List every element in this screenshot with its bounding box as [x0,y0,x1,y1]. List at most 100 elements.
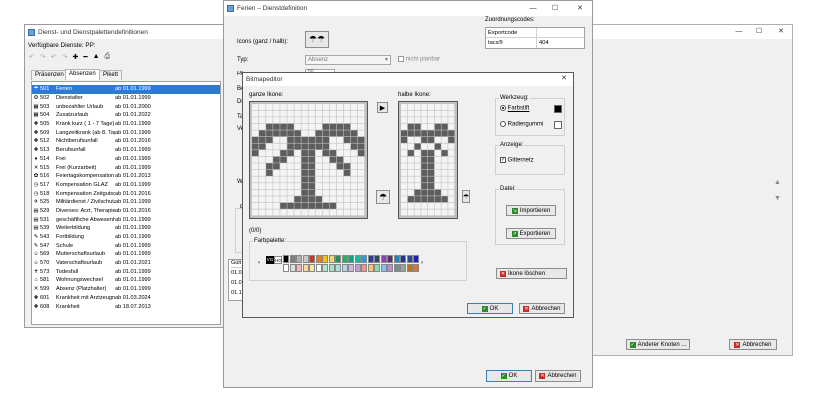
nicht-planbar-check[interactable]: nicht planbar [398,56,440,63]
palette-swatch[interactable] [400,255,406,263]
pixel-cell[interactable] [448,176,455,183]
pixel-cell[interactable] [407,110,414,117]
pixel-cell[interactable] [428,104,435,110]
pixel-cell[interactable] [407,163,414,170]
pixel-cell[interactable] [343,143,351,150]
tab-absenzen[interactable]: Absenzen [65,69,100,80]
pixel-cell[interactable] [421,189,428,196]
pixel-cell[interactable] [273,110,280,117]
palette-swatch[interactable] [289,264,296,272]
tool-eraser-option[interactable]: Radiergummi [500,121,543,128]
pixel-cell[interactable] [407,169,414,176]
pixel-cell[interactable] [329,202,337,209]
pixel-cell[interactable] [448,202,455,209]
pixel-cell[interactable] [434,196,441,203]
pixel-cell[interactable] [428,117,435,124]
full-icon-canvas[interactable] [249,101,368,219]
pixel-cell[interactable] [322,110,330,117]
palette-swatch[interactable] [413,264,419,272]
right-cancel-button[interactable]: ✕ Abbrechen [729,339,777,350]
pixel-cell[interactable] [441,104,448,110]
pixel-cell[interactable] [407,202,414,209]
pixel-cell[interactable] [259,169,266,176]
pixel-cell[interactable] [357,104,365,110]
pixel-cell[interactable] [350,169,358,176]
pixel-cell[interactable] [357,202,365,209]
pixel-cell[interactable] [357,136,365,143]
pixel-cell[interactable] [434,176,441,183]
pixel-cell[interactable] [421,110,428,117]
pixel-cell[interactable] [273,189,280,196]
pixel-cell[interactable] [414,150,421,157]
pixel-cell[interactable] [259,123,266,130]
pixel-cell[interactable] [266,104,273,110]
import-button[interactable]: ↘ Importieren [506,205,556,216]
pixel-cell[interactable] [343,189,351,196]
zuordnung-row-1[interactable]: tacs® 404 [486,38,586,48]
pixel-cell[interactable] [357,183,365,190]
pixel-cell[interactable] [414,169,421,176]
pixel-cell[interactable] [421,123,428,130]
pixel-cell[interactable] [287,143,294,150]
pixel-cell[interactable] [294,136,301,143]
pixel-cell[interactable] [322,130,330,137]
pixel-cell[interactable] [414,176,421,183]
pixel-cell[interactable] [294,123,301,130]
pixel-cell[interactable] [343,196,351,203]
pixel-cell[interactable] [434,209,441,216]
pixel-cell[interactable] [315,110,323,117]
pixel-cell[interactable] [357,176,365,183]
pixel-cell[interactable] [421,169,428,176]
palette-swatch[interactable] [348,264,354,272]
pixel-cell[interactable] [301,156,308,163]
pixel-cell[interactable] [322,104,330,110]
pixel-cell[interactable] [252,189,259,196]
pixel-cell[interactable] [343,176,351,183]
service-row[interactable]: ✚ 513 Berufsunfall ab 01.01.1999 [32,146,220,155]
palette-swatch[interactable] [335,264,341,272]
pixel-cell[interactable] [329,150,337,157]
pixel-cell[interactable] [259,150,266,157]
pixel-cell[interactable] [308,176,315,183]
pixel-cell[interactable] [280,189,287,196]
palette-swatch[interactable] [393,264,400,272]
pixel-cell[interactable] [294,202,301,209]
palette-swatch[interactable] [309,264,315,272]
pixel-cell[interactable] [407,143,414,150]
pixel-cell[interactable] [308,123,315,130]
pixel-cell[interactable] [401,136,408,143]
pixel-cell[interactable] [357,163,365,170]
palette-left-icon[interactable]: ‹ [258,260,260,266]
pixel-cell[interactable] [322,189,330,196]
pixel-cell[interactable] [336,136,344,143]
pixel-cell[interactable] [336,104,344,110]
pixel-cell[interactable] [441,136,448,143]
pixel-cell[interactable] [336,209,344,216]
pixel-cell[interactable] [434,136,441,143]
pixel-cell[interactable] [414,202,421,209]
full-icon-pixel-grid[interactable] [252,104,365,216]
pixel-cell[interactable] [329,123,337,130]
pixel-cell[interactable] [294,196,301,203]
pixel-cell[interactable] [259,209,266,216]
pixel-cell[interactable] [294,117,301,124]
palette-swatch[interactable] [361,264,367,272]
pixel-cell[interactable] [350,130,358,137]
pixel-cell[interactable] [266,209,273,216]
pixel-cell[interactable] [414,183,421,190]
pixel-cell[interactable] [421,163,428,170]
scroll-up-icon[interactable]: ▲ [774,179,781,186]
pixel-cell[interactable] [448,117,455,124]
pixel-cell[interactable] [421,143,428,150]
tab-pikett[interactable]: Pikett [99,70,123,80]
pixel-cell[interactable] [441,110,448,117]
pixel-cell[interactable] [294,209,301,216]
minimize-icon[interactable]: — [734,27,744,36]
pixel-cell[interactable] [407,196,414,203]
pixel-cell[interactable] [350,189,358,196]
pixel-cell[interactable] [357,117,365,124]
pixel-cell[interactable] [294,189,301,196]
pixel-cell[interactable] [401,143,408,150]
pixel-cell[interactable] [421,136,428,143]
pixel-cell[interactable] [252,117,259,124]
